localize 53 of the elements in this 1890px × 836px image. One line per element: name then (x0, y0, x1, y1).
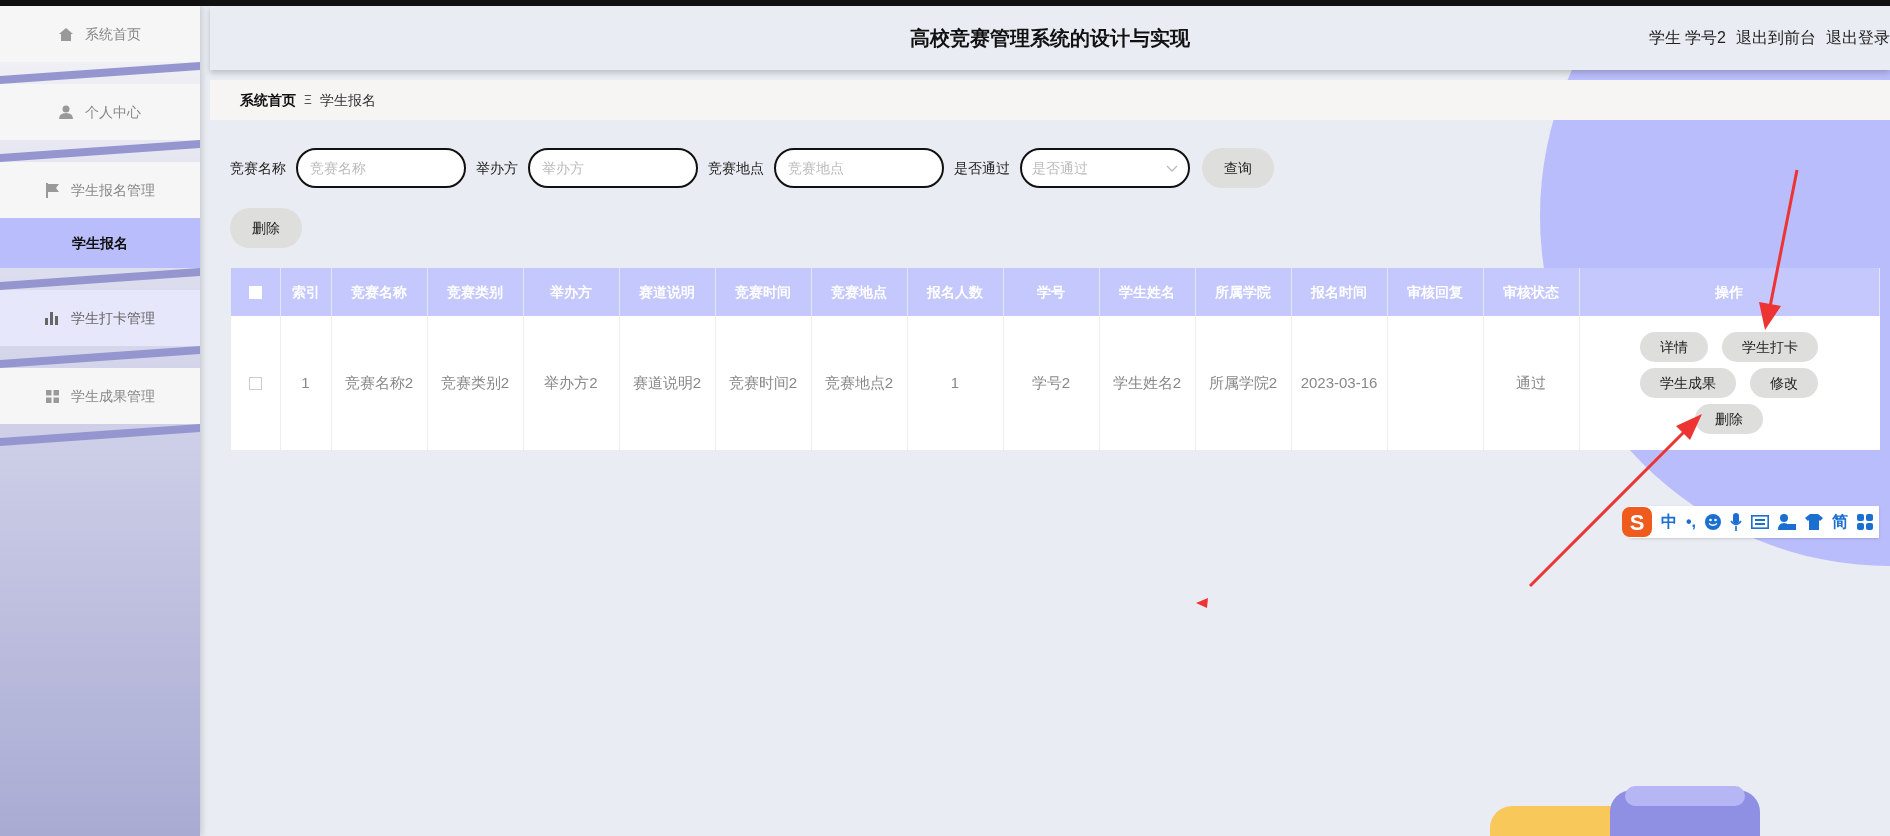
field-label: 是否通过 (954, 158, 1010, 178)
person-icon (1778, 514, 1797, 530)
breadcrumb-item: 学生报名 (319, 90, 376, 110)
field-label: 竞赛地点 (708, 158, 764, 178)
grid-icon (45, 389, 59, 403)
table-cell: 竞赛名称2 (344, 374, 414, 391)
search-input[interactable]: 举办方 (528, 148, 698, 188)
ime-button[interactable]: •, (1686, 510, 1697, 534)
table-cell: 2023-03-16 (1300, 374, 1378, 391)
action-button[interactable]: 学生打卡 (1722, 332, 1819, 362)
table-cell: 1 (301, 374, 310, 391)
microphone-icon (1730, 513, 1743, 531)
action-button[interactable]: 修改 (1750, 368, 1819, 398)
action-button[interactable]: 删除 (1695, 404, 1764, 434)
user-name: 学生 学号2 (1648, 28, 1726, 48)
bar-chart-icon (45, 311, 59, 325)
sidebar-subitem[interactable]: 学生报名 (0, 218, 200, 268)
shirt-icon (1805, 514, 1824, 530)
system-title: 高校竞赛管理系统的设计与实现 (910, 26, 1190, 51)
table-cell: 所属学院2 (1208, 374, 1278, 391)
table-cell: 竞赛时间2 (728, 374, 798, 391)
action-button[interactable]: 详情 (1640, 332, 1709, 362)
sidebar-item[interactable]: 学生打卡管理 (0, 290, 200, 346)
table-cell: 赛道说明2 (632, 374, 702, 391)
table-cell: 竞赛地点2 (824, 374, 894, 391)
header-link[interactable]: 退出登录 (1826, 26, 1890, 50)
table-cell: 通过 (1516, 374, 1546, 391)
smiley-icon (1705, 514, 1722, 530)
triangle-mark (1196, 598, 1208, 608)
chevron-down-icon (1166, 164, 1178, 172)
user-icon (59, 105, 73, 119)
flag-icon (45, 182, 59, 198)
header-link[interactable]: 退出到前台 (1736, 26, 1816, 50)
table-cell: 举办方2 (544, 374, 598, 391)
home-icon (59, 27, 73, 41)
grid-icon (1857, 514, 1874, 530)
ime-button[interactable]: 简 (1832, 510, 1849, 534)
field-label: 举办方 (476, 158, 518, 178)
ime-button[interactable]: 中 (1661, 510, 1677, 534)
search-input[interactable]: 竞赛名称 (296, 148, 466, 188)
table-cell: 1 (950, 374, 960, 391)
breadcrumb-item[interactable]: 系统首页 (240, 89, 296, 111)
checkbox[interactable] (248, 377, 262, 391)
breadcrumb-separator: Ξ (304, 92, 312, 109)
action-button[interactable]: 学生成果 (1640, 368, 1737, 398)
table-cell: 学生姓名2 (1112, 374, 1182, 391)
field-label: 竞赛名称 (230, 158, 286, 178)
table-cell: 学号2 (1031, 374, 1071, 391)
keyboard-icon (1751, 515, 1770, 529)
search-input[interactable]: 竞赛地点 (774, 148, 944, 188)
delete-button[interactable]: 删除 (230, 208, 302, 248)
table-cell: 竞赛类别2 (440, 374, 510, 391)
search-button[interactable]: 查询 (1202, 148, 1274, 188)
